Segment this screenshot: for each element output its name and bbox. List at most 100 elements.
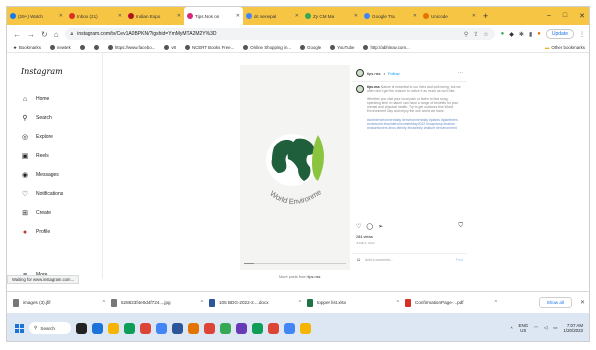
nav-explore[interactable]: ◎ Explore: [21, 133, 53, 141]
zoom-icon[interactable]: ⚲: [464, 31, 468, 38]
windows-start-icon[interactable]: [15, 323, 24, 333]
menu-dots-icon[interactable]: ⋮: [579, 31, 585, 38]
caption-avatar[interactable]: [356, 85, 364, 93]
close-tab-icon[interactable]: ✕: [177, 13, 181, 19]
word-icon[interactable]: [172, 322, 183, 334]
more-options-icon[interactable]: ⋯: [458, 70, 463, 76]
clock[interactable]: 7:07 AM 1/20/2023: [563, 323, 583, 334]
bookmark-item[interactable]: YouTube: [330, 45, 354, 50]
close-tab-icon[interactable]: ✕: [236, 13, 240, 19]
taskbar-search[interactable]: ⚲ Search: [29, 322, 71, 334]
chrome-icon[interactable]: [268, 322, 279, 334]
browser-tab[interactable]: Zy CM Ma ✕: [302, 7, 361, 25]
share-paper-plane-icon[interactable]: ➢: [378, 223, 383, 230]
chrome-icon[interactable]: [220, 322, 231, 334]
close-downloads-icon[interactable]: ✕: [580, 299, 585, 306]
url-text[interactable]: instagram.com/tv/Cev1A0BPKN/?igshid=YmMy…: [77, 31, 216, 37]
extension-green-icon[interactable]: ●: [501, 31, 505, 37]
nav-home[interactable]: ⌂ Home: [21, 95, 49, 103]
show-all-button[interactable]: Show all: [538, 297, 572, 308]
new-tab-button[interactable]: +: [483, 11, 488, 21]
browser-tab-active[interactable]: Tips.Nos on ✕: [184, 7, 243, 25]
comment-input[interactable]: Add a comment...: [365, 258, 393, 262]
chevron-up-icon[interactable]: ^: [495, 300, 497, 306]
nav-create[interactable]: ⊞ Create: [21, 209, 51, 217]
download-item[interactable]: 528823f4e0d4f724....jpg ^: [111, 298, 209, 307]
more-posts-username[interactable]: tips.nss: [308, 275, 321, 279]
browser-tab[interactable]: Unicode ✕: [420, 7, 479, 25]
chevron-up-icon[interactable]: ^: [103, 300, 105, 306]
download-item[interactable]: images (3).jfif ^: [13, 298, 111, 307]
taskbar-app-icon[interactable]: [236, 322, 247, 334]
post-comment-button[interactable]: Post: [456, 258, 463, 262]
taskbar-app-icon[interactable]: [124, 322, 135, 334]
taskbar-app-icon[interactable]: [92, 322, 103, 334]
bookmark-item[interactable]: NCERT Books Free...: [184, 45, 234, 50]
update-button[interactable]: Update: [545, 29, 574, 39]
chevron-up-icon[interactable]: ^: [397, 300, 399, 306]
chrome-icon[interactable]: [284, 322, 295, 334]
other-bookmarks[interactable]: ▬ Other bookmarks: [545, 45, 585, 50]
close-tab-icon[interactable]: ✕: [295, 13, 299, 19]
sidepanel-icon[interactable]: ▮: [529, 31, 532, 38]
taskbar-app-icon[interactable]: [204, 322, 215, 334]
bookmarks-menu[interactable]: ★ Bookmarks: [13, 45, 41, 51]
chevron-up-icon[interactable]: ^: [510, 326, 512, 331]
profile-avatar-icon[interactable]: ●: [537, 31, 541, 37]
chevron-up-icon[interactable]: ^: [299, 300, 301, 306]
taskview-icon[interactable]: [76, 322, 87, 334]
instagram-logo[interactable]: Instagram: [21, 67, 63, 76]
browser-tab[interactable]: Google Tra ✕: [361, 7, 420, 25]
bookmark-star-icon[interactable]: ☆: [483, 31, 488, 38]
taskbar-app-icon[interactable]: [156, 322, 167, 334]
taskbar-app-icon[interactable]: [140, 322, 151, 334]
video-player[interactable]: World Environment Day: [240, 65, 350, 270]
download-item[interactable]: ConfirmationPage-...pdf ^: [405, 298, 503, 307]
bookmark-item[interactable]: v8: [164, 45, 176, 50]
bookmark-item[interactable]: [93, 45, 99, 50]
chevron-up-icon[interactable]: ^: [201, 300, 203, 306]
nav-search[interactable]: ⚲ Search: [21, 114, 51, 122]
address-bar[interactable]: 🔒︎ instagram.com/tv/Cev1A0BPKN/?igshid=Y…: [64, 28, 495, 40]
forward-arrow-icon[interactable]: →: [27, 30, 35, 39]
language-indicator[interactable]: ENG US: [519, 323, 529, 333]
save-bookmark-icon[interactable]: ⛉: [458, 223, 463, 230]
follow-button[interactable]: Follow: [388, 71, 400, 76]
bookmark-item[interactable]: https://www.facebo...: [107, 45, 155, 50]
chrome-icon[interactable]: [252, 322, 263, 334]
emoji-icon[interactable]: ☺: [356, 257, 361, 263]
bookmark-item[interactable]: Google: [300, 45, 321, 50]
comment-icon[interactable]: ◯: [366, 223, 373, 230]
browser-tab[interactable]: Inbox (21) ✕: [66, 7, 125, 25]
download-item[interactable]: 105 BDG-2022-2....docx ^: [209, 298, 307, 307]
reload-icon[interactable]: ↻: [41, 30, 48, 39]
extension-dark-icon[interactable]: ◆: [509, 31, 514, 38]
bookmark-item[interactable]: http://abhinav.com...: [363, 45, 410, 50]
puzzle-icon[interactable]: ✱: [519, 31, 524, 38]
close-tab-icon[interactable]: ✕: [118, 13, 122, 19]
bookmark-item[interactable]: newtek: [49, 45, 71, 50]
close-window-icon[interactable]: ✕: [579, 12, 585, 20]
home-icon[interactable]: ⌂: [54, 30, 59, 39]
file-explorer-icon[interactable]: [108, 322, 119, 334]
browser-tab[interactable]: (29+) Watch ✕: [7, 7, 66, 25]
video-progress-bar[interactable]: [244, 263, 346, 264]
battery-icon[interactable]: ▭: [553, 325, 557, 331]
browser-tab[interactable]: Indian Expo ✕: [125, 7, 184, 25]
close-tab-icon[interactable]: ✕: [413, 13, 417, 19]
close-tab-icon[interactable]: ✕: [472, 13, 476, 19]
bookmark-item[interactable]: [79, 45, 85, 50]
avatar[interactable]: [356, 69, 364, 77]
volume-icon[interactable]: ◁: [544, 325, 547, 331]
back-arrow-icon[interactable]: ←: [13, 30, 21, 39]
close-tab-icon[interactable]: ✕: [354, 13, 358, 19]
hashtags[interactable]: #worldenvironmentday #environmentday #pl…: [367, 118, 463, 130]
nav-notifications[interactable]: ♡ Notifications: [21, 190, 63, 198]
minimize-icon[interactable]: –: [547, 12, 551, 20]
browser-tab[interactable]: dc senepal ✕: [243, 7, 302, 25]
nav-reels[interactable]: ▣ Reels: [21, 152, 49, 160]
maximize-icon[interactable]: □: [563, 12, 567, 20]
like-heart-icon[interactable]: ♡: [356, 223, 361, 230]
taskbar-app-icon[interactable]: [188, 322, 199, 334]
bookmark-item[interactable]: Online Shopping in...: [243, 45, 291, 50]
